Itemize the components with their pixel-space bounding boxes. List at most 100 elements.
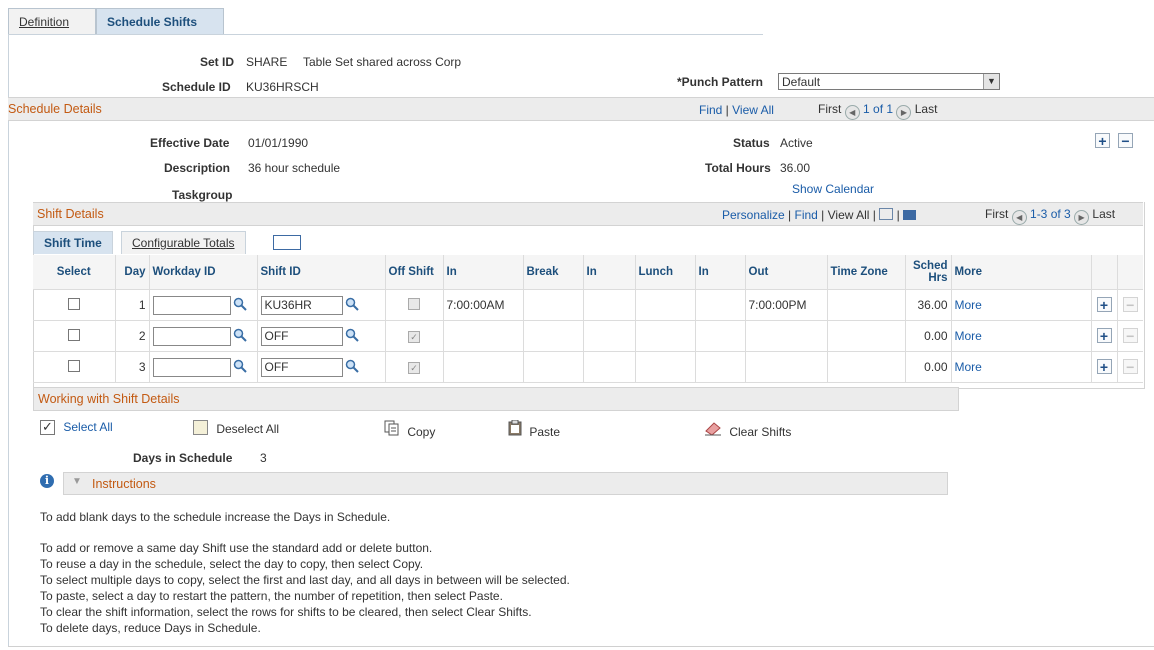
off-shift-checkbox: ✓ [408,362,420,374]
search-icon[interactable] [345,297,359,314]
add-row-button[interactable]: + [1096,328,1112,343]
add-row-button[interactable]: + [1096,359,1112,374]
col-day: Day [114,255,149,290]
shift-grid-tabs: Shift Time Configurable Totals [33,231,433,255]
clear-shifts-button[interactable]: Clear Shifts [704,420,791,439]
in-cell: 7:00:00AM [442,289,523,321]
col-off-shift: Off Shift [384,255,443,290]
instruction-line: To delete days, reduce Days in Schedule. [40,621,261,635]
search-icon[interactable] [345,328,359,345]
row-select-checkbox[interactable] [67,328,80,341]
col-time-zone: Time Zone [826,255,905,290]
tab-configurable-totals[interactable]: Configurable Totals [121,231,246,254]
more-link[interactable]: More [955,298,982,312]
empty-checkbox-icon [193,420,208,435]
next-arrow-icon[interactable]: ▶ [896,105,912,120]
shift-id-input[interactable]: KU36HR [260,295,343,315]
view-all-link[interactable]: View All [828,208,870,222]
eraser-icon [704,422,722,439]
col-out: Out [744,255,827,290]
checkmark-icon: ✓ [40,420,55,435]
copy-button[interactable]: Copy [384,420,435,439]
tab-shift-time[interactable]: Shift Time [33,231,113,254]
first-label: First [985,207,1009,221]
search-icon[interactable] [233,297,247,314]
more-link[interactable]: More [955,329,982,343]
col-add [1090,255,1117,290]
scheduleid-label: Schedule ID [162,80,231,94]
row-count: 1-3 of 3 [1030,207,1071,221]
chevron-down-icon[interactable]: ▼ [983,74,999,89]
show-calendar-link[interactable]: Show Calendar [792,182,874,196]
description-label: Description [164,161,231,175]
add-row-button[interactable]: + [1096,297,1112,312]
table-row: 1 KU36HR 7:00:00AM 7:00:00PM 36.00 More … [33,289,1143,321]
previous-arrow-icon[interactable]: ◀ [1011,210,1027,225]
delete-row-button[interactable]: − [1118,133,1133,148]
day-cell: 2 [114,320,149,352]
first-label: First [818,102,842,116]
clipboard-icon [508,419,522,439]
off-shift-checkbox [408,297,420,310]
taskgroup-label: Taskgroup [172,188,233,202]
scheduleid-value: KU36HRSCH [246,80,319,94]
punch-pattern-select[interactable]: Default ▼ [778,73,1000,90]
personalize-link[interactable]: Personalize [722,208,785,222]
total-hours-label: Total Hours [705,161,771,175]
page-left-border [8,34,9,646]
col-workday-id: Workday ID [148,255,257,290]
paste-button[interactable]: Paste [508,419,560,439]
collapse-triangle-icon[interactable]: ▼ [72,476,82,487]
previous-arrow-icon[interactable]: ◀ [844,105,860,120]
sched-hrs-cell: 36.00 [904,289,951,321]
view-all-link[interactable]: View All [732,103,774,117]
download-grid-icon[interactable] [903,210,917,220]
shift-nav: First ◀ 1-3 of 3 ▶ Last [985,207,1115,225]
show-all-columns-icon[interactable] [273,235,301,250]
schedule-details-bar: Schedule Details Find | View All First ◀… [8,97,1154,121]
workday-id-input[interactable] [152,357,231,377]
schedule-details-title: Schedule Details [8,102,102,116]
instructions-title: Instructions [92,477,156,491]
description-value: 36 hour schedule [248,161,341,175]
workday-id-input[interactable] [152,295,231,315]
deselect-all-button[interactable]: Deselect All [193,420,279,436]
delete-row-button: − [1122,328,1138,343]
row-select-checkbox[interactable] [67,297,80,310]
out-cell [744,351,827,383]
tab-definition[interactable]: Definition [8,8,96,35]
delete-row-button: − [1122,297,1138,312]
find-link[interactable]: Find [699,103,722,117]
shift-id-input[interactable]: OFF [260,357,343,377]
search-icon[interactable] [233,359,247,376]
instruction-line: To select multiple days to copy, select … [40,573,570,587]
setid-value: SHARE [246,55,288,69]
select-all-button[interactable]: ✓ Select All [40,420,113,435]
more-link[interactable]: More [955,360,982,374]
day-cell: 1 [114,289,149,321]
instruction-line: To paste, select a day to restart the pa… [40,589,503,603]
col-in: In [694,255,745,290]
col-select: Select [33,255,115,290]
schedule-nav: First ◀ 1 of 1 ▶ Last [818,102,937,120]
search-icon[interactable] [233,328,247,345]
in-cell [442,320,523,352]
effective-date-label: Effective Date [150,136,230,150]
days-in-schedule-value: 3 [260,451,267,465]
find-link[interactable]: Find [795,208,818,222]
search-icon[interactable] [345,359,359,376]
zoom-icon[interactable] [879,208,894,220]
table-row: 3 OFF ✓ 0.00 More + − [33,351,1143,383]
workday-id-input[interactable] [152,326,231,346]
effective-date-value: 01/01/1990 [248,136,309,150]
select-all-link[interactable]: Select All [63,420,112,434]
col-in: In [582,255,635,290]
next-arrow-icon[interactable]: ▶ [1074,210,1090,225]
tab-schedule-shifts[interactable]: Schedule Shifts [96,8,224,35]
instructions-bar[interactable]: ▼ Instructions [63,472,948,495]
row-select-checkbox[interactable] [67,359,80,372]
shift-id-input[interactable]: OFF [260,326,343,346]
setid-label: Set ID [200,55,235,69]
in-cell [442,351,523,383]
add-row-button[interactable]: + [1095,133,1110,148]
